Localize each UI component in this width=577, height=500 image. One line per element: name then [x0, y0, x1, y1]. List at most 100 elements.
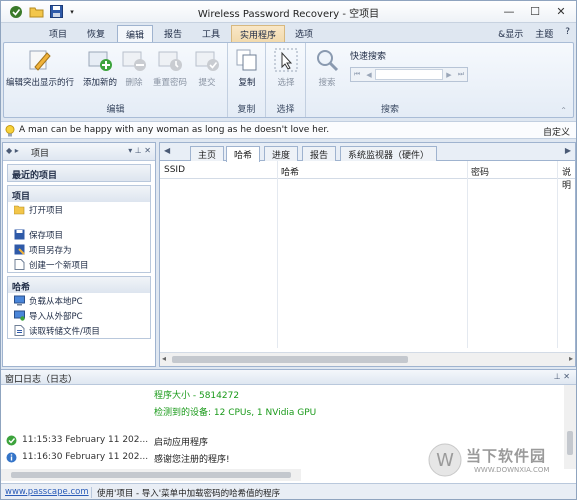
ribbon-right-menu: &显示 主题 ? [498, 27, 570, 40]
column-password[interactable]: 密码 [471, 165, 489, 178]
success-check-icon [6, 435, 17, 446]
project-section-header[interactable]: 项目 [8, 186, 150, 202]
scroll-thumb[interactable] [172, 356, 408, 363]
save-as-item[interactable]: 项目另存为 [8, 242, 150, 257]
submit-icon [195, 51, 219, 71]
project-section: 项目 打开项目 保存项目 项目另存为 创建一个新项目 [7, 185, 151, 273]
copy-group: 复制 复制 [228, 43, 266, 117]
last-icon[interactable]: ⏭ [455, 68, 467, 81]
minimize-icon[interactable]: — [496, 1, 522, 21]
save-project-item[interactable]: 保存项目 [8, 227, 150, 242]
recent-header[interactable]: 最近的项目 [8, 165, 150, 181]
tab-main-report[interactable]: 报告 [302, 146, 337, 161]
watermark-name: 当下软件园 [466, 447, 547, 465]
submit-button[interactable]: 提交 [192, 47, 222, 88]
edit-group: 编辑突出显示的行 添加新的 删除 重置密码 提交 编辑 [4, 43, 228, 117]
log-entry-message: 感谢您注册的程序! [154, 455, 230, 465]
copy-icon [236, 49, 257, 71]
submit-label: 提交 [198, 78, 216, 88]
import-external-item[interactable]: 导入从外部PC [8, 308, 150, 323]
watermark: W 当下软件园 WWW.DOWNXIA.COM [426, 437, 576, 489]
tab-hash[interactable]: 哈希 [226, 146, 261, 162]
reset-password-label: 重置密码 [152, 78, 187, 88]
website-link[interactable]: www.passcape.com [5, 487, 89, 497]
log-entry-message: 启动应用程序 [154, 438, 209, 448]
select-button[interactable]: 选择 [271, 47, 301, 88]
log-line-size: 程序大小 - 5814272 [154, 391, 240, 401]
panel-pin-close-icon[interactable]: ▾ ⊥ ✕ [128, 146, 151, 155]
copy-group-label: 复制 [237, 105, 256, 115]
column-hash[interactable]: 哈希 [281, 165, 299, 178]
theme-menu[interactable]: 主题 [535, 27, 553, 40]
tabs-right-icon[interactable]: ▶ [565, 146, 571, 155]
quick-search-input[interactable] [375, 69, 443, 80]
select-group: 选择 选择 [266, 43, 306, 117]
open-project-item[interactable]: 打开项目 [8, 202, 150, 217]
open-project-label: 打开项目 [29, 205, 64, 216]
log-hscrollbar[interactable] [1, 469, 301, 481]
tab-system-monitor[interactable]: 系统监视器（硬件） [340, 146, 438, 161]
project-panel: ◆ ▸ 项目 ▾ ⊥ ✕ 最近的项目 项目 打开项目 保存项目 项目另存为 创建… [2, 142, 156, 367]
log-pin-close-icon[interactable]: ⊥ ✕ [554, 372, 570, 381]
prev-icon[interactable]: ◀ [363, 68, 375, 81]
status-divider [91, 487, 92, 498]
tabs-left-icon[interactable]: ◀ [164, 146, 170, 155]
create-project-label: 创建一个新项目 [29, 260, 89, 271]
next-icon[interactable]: ▶ [443, 68, 455, 81]
create-project-item[interactable]: 创建一个新项目 [8, 257, 150, 272]
message-text: A man can be happy with any woman as lon… [19, 125, 330, 135]
reset-password-button[interactable]: 重置密码 [150, 47, 190, 88]
status-text: 使用'项目 - 导入'菜单中加载密码的哈希值的程序 [97, 489, 281, 499]
edit-group-label: 编辑 [106, 105, 125, 115]
log-entry-time: 11:16:30 February 11 202... [22, 452, 149, 462]
delete-button[interactable]: 删除 [120, 47, 148, 88]
column-divider [557, 161, 558, 348]
scroll-left-icon[interactable]: ◂ [162, 354, 166, 363]
grid-header: SSID 哈希 密码 说明 [160, 161, 575, 191]
first-icon[interactable]: ⏮ [351, 68, 363, 81]
delete-row-icon [122, 51, 146, 71]
tab-utilities[interactable]: 实用程序 [231, 25, 286, 43]
tab-home[interactable]: 主页 [190, 146, 225, 161]
collapse-ribbon-icon[interactable]: ⌃ [560, 106, 567, 115]
copy-button[interactable]: 复制 [232, 47, 262, 88]
pencil-edit-icon [29, 50, 51, 71]
column-description[interactable]: 说明 [562, 165, 575, 191]
tab-edit[interactable]: 编辑 [117, 25, 154, 43]
tab-report[interactable]: 报告 [156, 25, 190, 43]
tab-project[interactable]: 项目 [41, 25, 75, 43]
help-button[interactable]: ? [565, 27, 570, 40]
scroll-right-icon[interactable]: ▸ [569, 354, 573, 363]
tab-options[interactable]: 选项 [287, 25, 321, 43]
tab-recovery[interactable]: 恢复 [79, 25, 113, 43]
column-divider [277, 161, 278, 348]
window-title: Wireless Password Recovery - 空项目 [197, 9, 380, 20]
maximize-icon[interactable]: ☐ [522, 1, 548, 21]
message-bar: A man can be happy with any woman as lon… [1, 121, 576, 139]
tab-tools[interactable]: 工具 [194, 25, 228, 43]
panel-title: 项目 [31, 149, 50, 159]
close-icon[interactable]: ✕ [548, 1, 574, 21]
column-divider [467, 161, 468, 348]
search-label: 搜索 [318, 78, 336, 88]
hash-section-header[interactable]: 哈希 [8, 277, 150, 293]
read-file-item[interactable]: 读取转储文件/项目 [8, 323, 150, 338]
column-ssid[interactable]: SSID [164, 165, 185, 175]
customize-link[interactable]: 自定义 [543, 125, 570, 138]
search-button[interactable]: 搜索 [312, 47, 342, 88]
cursor-select-icon [274, 48, 298, 72]
horizontal-scrollbar[interactable]: ◂ ▸ [160, 352, 575, 366]
log-scroll-thumb[interactable] [11, 472, 291, 478]
recent-section: 最近的项目 [7, 164, 151, 182]
load-local-item[interactable]: 负载从本地PC [8, 293, 150, 308]
tab-progress[interactable]: 进度 [264, 146, 299, 161]
edit-row-label: 编辑突出显示的行 [6, 78, 75, 88]
panel-nav-icon[interactable]: ◆ ▸ [6, 146, 19, 155]
quick-search-label: 快速搜索 [350, 52, 387, 62]
computer-icon [14, 295, 25, 306]
select-label: 选择 [277, 78, 295, 88]
display-menu[interactable]: &显示 [498, 27, 523, 40]
add-new-button[interactable]: 添加新的 [80, 47, 120, 88]
edit-row-button[interactable]: 编辑突出显示的行 [6, 47, 75, 88]
watermark-logo: W [428, 443, 462, 477]
